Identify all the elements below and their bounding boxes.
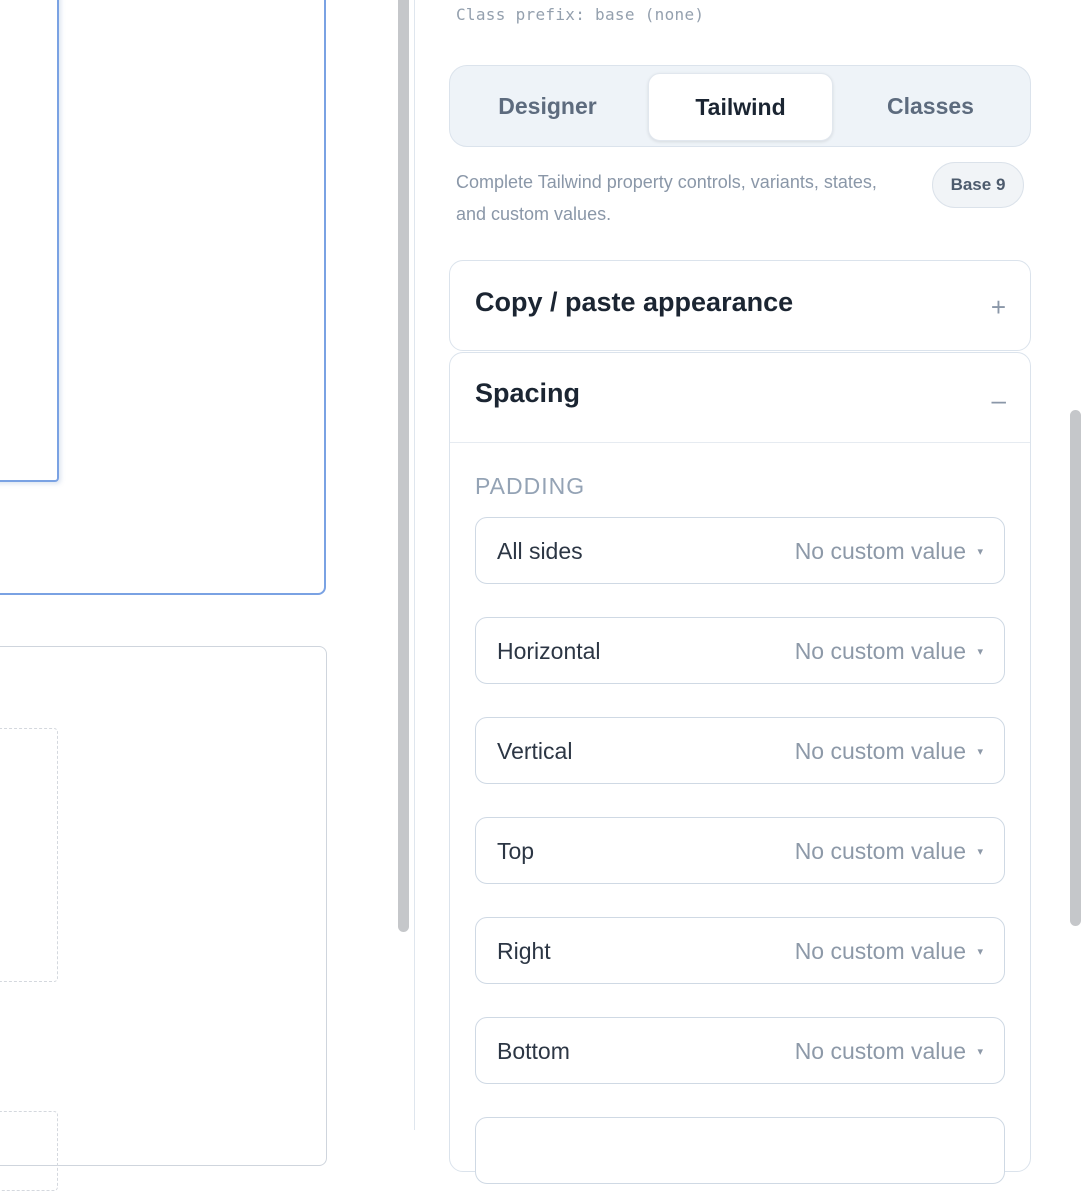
padding-horizontal-select[interactable]: Horizontal No custom value ▾ bbox=[475, 617, 1005, 684]
field-label: Vertical bbox=[497, 738, 573, 764]
field-value: No custom value bbox=[794, 838, 966, 864]
tab-description: Complete Tailwind property controls, var… bbox=[456, 172, 877, 224]
field-label: Bottom bbox=[497, 1038, 570, 1064]
canvas-scrollbar[interactable] bbox=[398, 0, 409, 932]
breakpoint-badge[interactable]: Base 9 bbox=[932, 162, 1024, 208]
field-label: Top bbox=[497, 838, 535, 864]
chevron-down-icon: ▾ bbox=[977, 1046, 983, 1058]
properties-panel: Class prefix: base (none) Designer Tailw… bbox=[415, 0, 1086, 1184]
padding-group-label: PADDING bbox=[475, 473, 586, 499]
field-value: No custom value bbox=[794, 1038, 966, 1064]
field-label: Right bbox=[497, 938, 551, 964]
padding-right-select[interactable]: Right No custom value ▾ bbox=[475, 917, 1005, 984]
section-divider bbox=[450, 442, 1030, 443]
padding-top-select[interactable]: Top No custom value ▾ bbox=[475, 817, 1005, 884]
chevron-down-icon: ▾ bbox=[977, 646, 983, 658]
section-title: Copy / paste appearance bbox=[475, 287, 794, 317]
padding-next-select[interactable] bbox=[475, 1117, 1005, 1184]
design-canvas[interactable] bbox=[0, 0, 409, 1191]
field-value: No custom value bbox=[794, 638, 966, 664]
empty-drop-zone[interactable] bbox=[0, 728, 58, 982]
tab-tailwind[interactable]: Tailwind bbox=[648, 73, 833, 141]
padding-vertical-select[interactable]: Vertical No custom value ▾ bbox=[475, 717, 1005, 784]
collapse-icon[interactable]: – bbox=[992, 387, 1006, 413]
chevron-down-icon: ▾ bbox=[977, 546, 983, 558]
field-label: All sides bbox=[497, 538, 583, 564]
padding-all-select[interactable]: All sides No custom value ▾ bbox=[475, 517, 1005, 584]
field-value: No custom value bbox=[794, 938, 966, 964]
mode-tabs: Designer Tailwind Classes bbox=[449, 65, 1031, 147]
padding-bottom-select[interactable]: Bottom No custom value ▾ bbox=[475, 1017, 1005, 1084]
expand-icon[interactable]: + bbox=[991, 294, 1006, 320]
spacing-section: Spacing – PADDING All sides No custom va… bbox=[449, 352, 1031, 1184]
chevron-down-icon: ▾ bbox=[977, 946, 983, 958]
chevron-down-icon: ▾ bbox=[977, 846, 983, 858]
field-label: Horizontal bbox=[497, 638, 601, 664]
tab-classes[interactable]: Classes bbox=[839, 73, 1022, 139]
field-value: No custom value bbox=[794, 738, 966, 764]
field-value: No custom value bbox=[794, 538, 966, 564]
section-title[interactable]: Spacing bbox=[475, 378, 580, 409]
tab-designer[interactable]: Designer bbox=[456, 73, 639, 139]
selected-inner-frame[interactable] bbox=[0, 0, 59, 482]
chevron-down-icon: ▾ bbox=[977, 746, 983, 758]
empty-drop-zone[interactable] bbox=[0, 1111, 58, 1191]
panel-scrollbar[interactable] bbox=[1070, 410, 1081, 926]
copy-paste-section[interactable]: Copy / paste appearance + bbox=[449, 260, 1031, 351]
class-prefix-text: Class prefix: base (none) bbox=[456, 5, 705, 24]
